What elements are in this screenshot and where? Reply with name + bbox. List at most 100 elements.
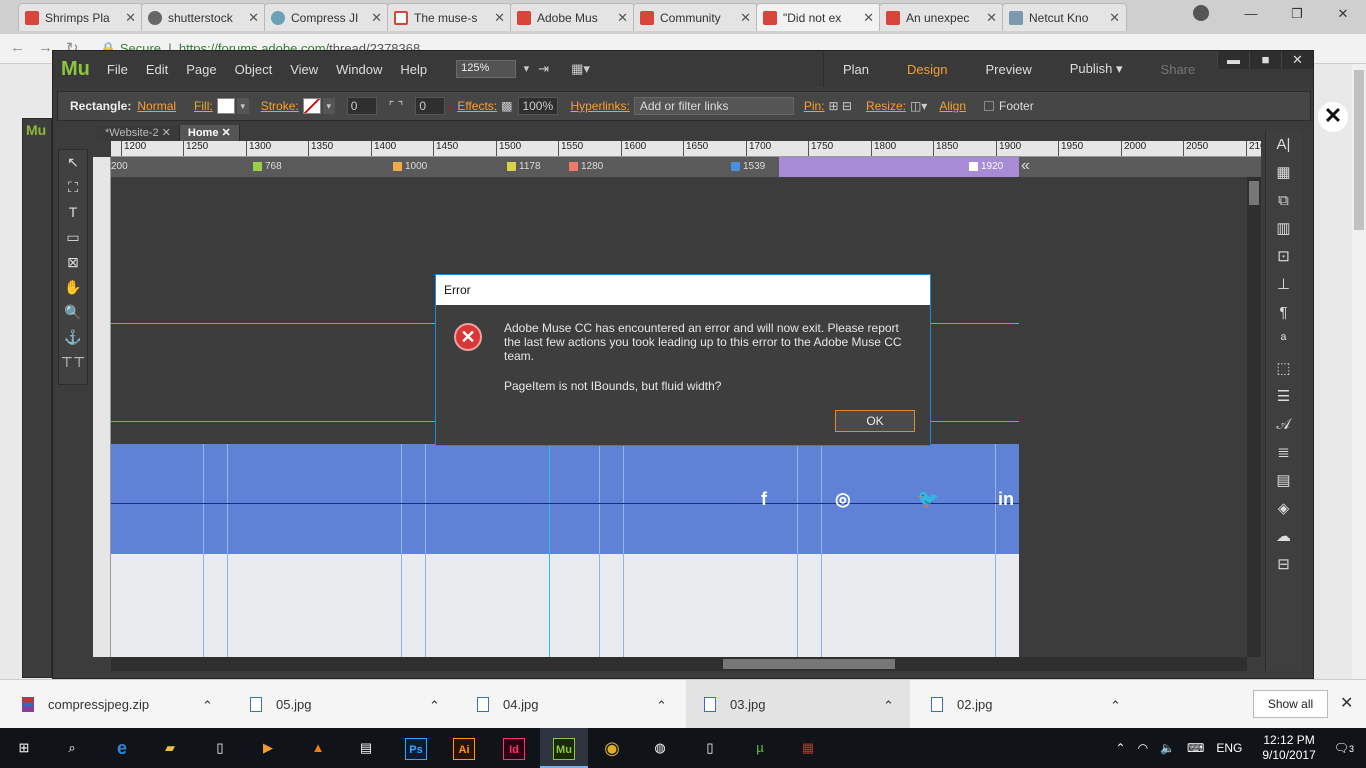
wifi-icon[interactable]: ◠ bbox=[1138, 741, 1148, 755]
align-icon[interactable]: ⊥ bbox=[1266, 271, 1301, 299]
clock[interactable]: 12:12 PM 9/10/2017 bbox=[1262, 733, 1315, 763]
breakpoint-marker[interactable]: 1000 bbox=[393, 161, 427, 172]
mode-publish[interactable]: Publish ▾ bbox=[1051, 61, 1142, 77]
profile-icon[interactable] bbox=[1193, 5, 1209, 21]
download-item[interactable]: 05.jpg bbox=[250, 680, 311, 729]
menu-edit[interactable]: Edit bbox=[137, 62, 177, 77]
close-icon[interactable]: ✕ bbox=[617, 10, 628, 26]
list-icon[interactable]: ≣ bbox=[1266, 439, 1301, 467]
text-style-icon[interactable]: A| bbox=[1266, 131, 1301, 159]
muse-icon[interactable]: Mu bbox=[540, 728, 588, 768]
menu-view[interactable]: View bbox=[281, 62, 327, 77]
selection-tool-icon[interactable]: ↖ bbox=[59, 150, 87, 175]
fit-page-icon[interactable]: ⇥ bbox=[538, 61, 549, 77]
table-icon[interactable]: ▤ bbox=[1266, 467, 1301, 495]
edge-icon[interactable]: e bbox=[98, 728, 146, 768]
restore-icon[interactable]: ❐ bbox=[1274, 0, 1320, 30]
browser-tab[interactable]: An unexpec ✕ bbox=[879, 3, 1004, 31]
scrollbar-thumb[interactable] bbox=[1354, 70, 1364, 230]
mode-design[interactable]: Design bbox=[888, 62, 966, 77]
twitter-icon[interactable]: 🐦 bbox=[917, 489, 939, 510]
bullet-style-icon[interactable]: ☰ bbox=[1266, 383, 1301, 411]
breakpoint-marker[interactable]: 1280 bbox=[569, 161, 603, 172]
minimize-icon[interactable]: ▬ bbox=[1217, 51, 1249, 69]
fill-swatch[interactable] bbox=[216, 98, 235, 114]
back-icon[interactable]: ← bbox=[10, 39, 25, 56]
crop-tool-icon[interactable]: ⛶ bbox=[59, 175, 87, 200]
vlc-icon[interactable]: ▲ bbox=[294, 728, 342, 768]
assets-icon[interactable]: ⊟ bbox=[1266, 551, 1301, 579]
media-player-icon[interactable]: ▶ bbox=[244, 728, 292, 768]
close-icon[interactable]: ✕ bbox=[1318, 102, 1348, 132]
view-options-icon[interactable]: ▦▾ bbox=[571, 61, 590, 77]
blank-app-icon[interactable]: ▯ bbox=[196, 728, 244, 768]
resize-icon[interactable]: ◫▾ bbox=[910, 99, 927, 113]
linkedin-icon[interactable]: in bbox=[998, 489, 1014, 510]
character-style-icon[interactable]: ª bbox=[1266, 327, 1301, 355]
collapse-breakpoints-icon[interactable]: « bbox=[1021, 157, 1030, 175]
chrome-icon[interactable]: ◉ bbox=[588, 728, 636, 768]
selection-edge[interactable] bbox=[111, 503, 1019, 504]
chevron-up-icon[interactable]: ⌃ bbox=[883, 698, 894, 714]
canvas-vertical-scrollbar[interactable] bbox=[1247, 177, 1261, 657]
download-item[interactable]: compressjpeg.zip bbox=[22, 680, 149, 729]
chevron-up-icon[interactable]: ⌃ bbox=[202, 698, 213, 714]
menu-page[interactable]: Page bbox=[177, 62, 225, 77]
show-all-button[interactable]: Show all bbox=[1253, 690, 1328, 718]
indesign-icon[interactable]: Id bbox=[490, 728, 538, 768]
graphic-style-icon[interactable]: ⬚ bbox=[1266, 355, 1301, 383]
paragraph-style-icon[interactable]: ¶ bbox=[1266, 299, 1301, 327]
effects-label[interactable]: Effects: bbox=[457, 99, 497, 113]
download-item[interactable]: 04.jpg bbox=[477, 680, 538, 729]
hyperlinks-label[interactable]: Hyperlinks: bbox=[570, 99, 629, 113]
zoom-select[interactable]: 125% bbox=[456, 60, 529, 78]
close-icon[interactable]: ✕ bbox=[1281, 51, 1313, 69]
canvas-horizontal-scrollbar[interactable] bbox=[111, 657, 1247, 671]
minimize-icon[interactable]: — bbox=[1228, 0, 1274, 30]
chevron-up-icon[interactable]: ⌃ bbox=[429, 698, 440, 714]
close-icon[interactable]: ✕ bbox=[1109, 10, 1120, 26]
chevron-down-icon[interactable]: ▾ bbox=[322, 98, 335, 114]
library-icon[interactable]: ▥ bbox=[1266, 215, 1301, 243]
menu-help[interactable]: Help bbox=[391, 62, 436, 77]
scrollbar-thumb[interactable] bbox=[723, 659, 895, 669]
windows-start-icon[interactable]: ⊞ bbox=[0, 728, 48, 768]
corner-radius-input[interactable]: 0 bbox=[415, 97, 446, 115]
chevron-up-icon[interactable]: ⌃ bbox=[1110, 698, 1121, 714]
breakpoint-marker[interactable]: 768 bbox=[253, 161, 282, 172]
breakpoint-marker[interactable]: 1539 bbox=[731, 161, 765, 172]
header-rectangle[interactable] bbox=[111, 444, 1019, 554]
scrollbar-thumb[interactable] bbox=[1249, 181, 1259, 205]
chevron-down-icon[interactable]: ▾ bbox=[236, 98, 249, 114]
file-explorer-icon[interactable]: ▰ bbox=[146, 728, 194, 768]
transform-icon[interactable]: ⊡ bbox=[1266, 243, 1301, 271]
close-icon[interactable]: ✕ bbox=[740, 10, 751, 26]
grid-icon[interactable]: ▦ bbox=[1266, 159, 1301, 187]
stroke-width-input[interactable]: 0 bbox=[346, 97, 377, 115]
maximize-icon[interactable]: ■ bbox=[1249, 51, 1281, 69]
facebook-icon[interactable]: f bbox=[761, 489, 767, 510]
cc-libraries-icon[interactable]: ☁ bbox=[1266, 523, 1301, 551]
close-icon[interactable]: ✕ bbox=[1340, 693, 1353, 713]
breakpoint-marker[interactable]: 1178 bbox=[507, 161, 541, 172]
chevron-up-icon[interactable]: ⌃ bbox=[656, 698, 667, 714]
network-app-icon[interactable]: ▤ bbox=[342, 728, 390, 768]
menu-file[interactable]: File bbox=[98, 62, 137, 77]
footer-checkbox[interactable] bbox=[984, 101, 995, 111]
layers-icon[interactable]: ◈ bbox=[1266, 495, 1301, 523]
doc-tab[interactable]: *Website-2 ✕ bbox=[97, 125, 180, 141]
rectangle-tool-icon[interactable]: ▭ bbox=[59, 225, 87, 250]
close-icon[interactable]: ✕ bbox=[1320, 0, 1366, 30]
browser-tab[interactable]: Community ✕ bbox=[633, 3, 758, 31]
pin-label[interactable]: Pin: bbox=[804, 99, 825, 113]
browser-tab[interactable]: shutterstock ✕ bbox=[141, 3, 266, 31]
illustrator-icon[interactable]: Ai bbox=[440, 728, 488, 768]
browser-tab-active[interactable]: "Did not ex ✕ bbox=[756, 3, 881, 31]
close-icon[interactable]: ✕ bbox=[986, 10, 997, 26]
text-tool-icon[interactable]: T bbox=[59, 200, 87, 225]
chevron-up-icon[interactable]: ⌃ bbox=[1116, 741, 1126, 755]
opacity-input[interactable]: 100% bbox=[518, 97, 559, 115]
breakpoint-marker[interactable]: 200 bbox=[111, 161, 128, 172]
winrar-icon[interactable]: ▦ bbox=[784, 728, 832, 768]
notifications-icon[interactable]: 🗨3 bbox=[1334, 741, 1354, 755]
